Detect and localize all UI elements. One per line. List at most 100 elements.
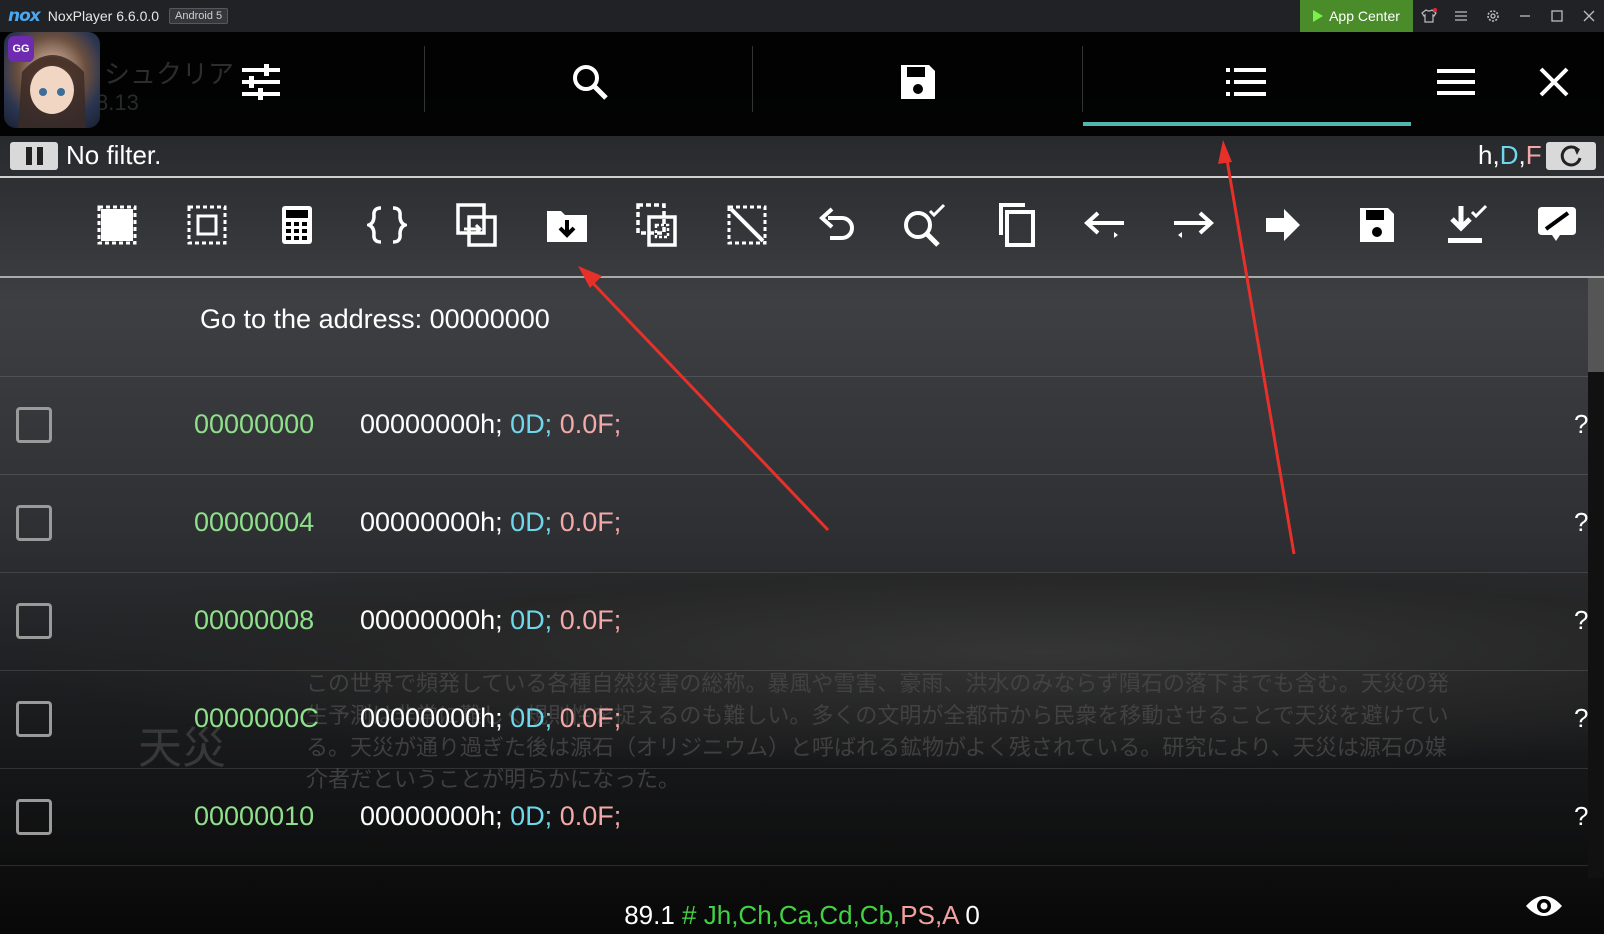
type-float: F bbox=[1525, 140, 1542, 170]
go-back-button[interactable] bbox=[1080, 200, 1130, 250]
pause-button[interactable] bbox=[10, 142, 58, 170]
status-regions: Jh,Ch,Ca,Cd,Cb, bbox=[703, 900, 901, 930]
tab-divider bbox=[1082, 46, 1083, 112]
row-values: 00000000h; 0D; 0.0F; bbox=[360, 703, 621, 734]
row-float: 0.0F; bbox=[559, 507, 622, 537]
gg-close-button[interactable] bbox=[1504, 32, 1604, 132]
tab-search[interactable] bbox=[540, 32, 640, 132]
copy-dashed-button[interactable] bbox=[632, 200, 682, 250]
refresh-button[interactable] bbox=[1546, 142, 1596, 170]
pause-icon bbox=[36, 147, 43, 165]
save-list-button[interactable] bbox=[1352, 200, 1402, 250]
row-checkbox[interactable] bbox=[16, 407, 52, 443]
goto-address-row[interactable]: Go to the address: 00000000 bbox=[200, 304, 550, 335]
select-range-button[interactable] bbox=[182, 200, 232, 250]
load-list-button[interactable] bbox=[542, 200, 592, 250]
row-checkbox[interactable] bbox=[16, 701, 52, 737]
status-regions-extra: PS,A bbox=[900, 900, 959, 930]
type-separator: , bbox=[1492, 140, 1500, 170]
app-center-label: App Center bbox=[1329, 8, 1400, 24]
row-hex: 00000000h; bbox=[360, 409, 503, 439]
row-values: 00000000h; 0D; 0.0F; bbox=[360, 801, 621, 832]
edit-check-icon bbox=[1538, 207, 1576, 241]
table-row[interactable]: 0000000C 00000000h; 0D; 0.0F; ? bbox=[0, 670, 1588, 768]
script-button[interactable] bbox=[362, 200, 412, 250]
hamburger-icon bbox=[1437, 69, 1475, 95]
row-unknown-mark: ? bbox=[1574, 605, 1589, 635]
search-icon bbox=[573, 65, 608, 100]
save-icon bbox=[1360, 208, 1394, 242]
tab-memory-editor[interactable] bbox=[1196, 32, 1296, 132]
copy-range-button[interactable] bbox=[452, 200, 502, 250]
row-hex: 00000000h; bbox=[360, 801, 503, 831]
row-dword: 0D; bbox=[510, 605, 553, 635]
row-float: 0.0F; bbox=[559, 409, 622, 439]
row-hex: 00000000h; bbox=[360, 605, 503, 635]
row-unknown-mark: ? bbox=[1574, 507, 1589, 537]
row-checkbox[interactable] bbox=[16, 799, 52, 835]
goto-button[interactable] bbox=[1258, 200, 1308, 250]
visibility-toggle[interactable] bbox=[1524, 892, 1564, 925]
window-title: NoxPlayer 6.6.0.0 bbox=[47, 8, 160, 24]
copy-icon bbox=[999, 203, 1035, 247]
filter-status: No filter. bbox=[66, 140, 162, 170]
row-float: 0.0F; bbox=[559, 703, 622, 733]
tab-saved[interactable] bbox=[868, 32, 968, 132]
row-checkbox[interactable] bbox=[16, 603, 52, 639]
row-address: 00000004 bbox=[194, 507, 315, 537]
divider bbox=[0, 276, 1604, 278]
arrow-solid-right-icon bbox=[1266, 209, 1300, 241]
table-row[interactable]: 00000010 00000000h; 0D; 0.0F; ? bbox=[0, 768, 1588, 866]
ghost-app-version: 8.13 bbox=[96, 90, 139, 115]
select-all-icon bbox=[97, 205, 137, 245]
row-unknown-mark: ? bbox=[1574, 801, 1589, 831]
arrow-right-icon bbox=[1174, 211, 1214, 238]
row-values: 00000000h; 0D; 0.0F; bbox=[360, 409, 621, 440]
gear-icon[interactable] bbox=[1478, 0, 1508, 32]
row-dword: 0D; bbox=[510, 507, 553, 537]
copy-range-icon bbox=[456, 203, 497, 247]
scrollbar-thumb[interactable] bbox=[1588, 278, 1604, 372]
settings-sliders-icon bbox=[242, 64, 280, 100]
action-toolbar bbox=[0, 178, 1604, 278]
table-row[interactable]: 00000008 00000000h; 0D; 0.0F; ? bbox=[0, 572, 1588, 670]
gg-menu-button[interactable] bbox=[1406, 32, 1506, 132]
row-hex: 00000000h; bbox=[360, 703, 503, 733]
tab-settings[interactable] bbox=[206, 32, 314, 132]
type-dword: D bbox=[1499, 140, 1519, 170]
value-types[interactable]: h,D,F bbox=[1478, 140, 1542, 171]
edit-selected-button[interactable] bbox=[1532, 200, 1582, 250]
close-icon[interactable] bbox=[1574, 0, 1604, 32]
copy-button[interactable] bbox=[990, 200, 1040, 250]
deselect-button[interactable] bbox=[722, 200, 772, 250]
row-dword: 0D; bbox=[510, 409, 553, 439]
row-unknown-mark: ? bbox=[1574, 703, 1589, 733]
row-dword: 0D; bbox=[510, 801, 553, 831]
export-button[interactable] bbox=[1442, 200, 1492, 250]
copy-dashed-icon bbox=[636, 203, 677, 247]
menu-icon[interactable] bbox=[1446, 0, 1476, 32]
calculator-icon bbox=[282, 206, 312, 244]
tab-divider bbox=[424, 46, 425, 112]
list-icon bbox=[1226, 68, 1266, 96]
shirt-icon[interactable] bbox=[1414, 0, 1444, 32]
gg-top-toolbar: シュクリア 8.13 GG bbox=[0, 32, 1604, 136]
undo-button[interactable] bbox=[812, 200, 862, 250]
row-float: 0.0F; bbox=[559, 801, 622, 831]
deselect-icon bbox=[727, 205, 767, 245]
maximize-icon[interactable] bbox=[1542, 0, 1572, 32]
row-checkbox[interactable] bbox=[16, 505, 52, 541]
arrow-left-icon bbox=[1084, 211, 1124, 238]
row-values: 00000000h; 0D; 0.0F; bbox=[360, 605, 621, 636]
select-all-button[interactable] bbox=[92, 200, 142, 250]
search-nearby-button[interactable] bbox=[900, 200, 950, 250]
calculator-button[interactable] bbox=[272, 200, 322, 250]
row-dword: 0D; bbox=[510, 703, 553, 733]
status-hash: # bbox=[682, 900, 697, 930]
avatar[interactable]: GG bbox=[4, 32, 100, 128]
table-row[interactable]: 00000000 00000000h; 0D; 0.0F; ? bbox=[0, 376, 1588, 474]
minimize-icon[interactable] bbox=[1510, 0, 1540, 32]
table-row[interactable]: 00000004 00000000h; 0D; 0.0F; ? bbox=[0, 474, 1588, 572]
app-center-button[interactable]: App Center bbox=[1300, 0, 1413, 32]
go-forward-button[interactable] bbox=[1168, 200, 1218, 250]
